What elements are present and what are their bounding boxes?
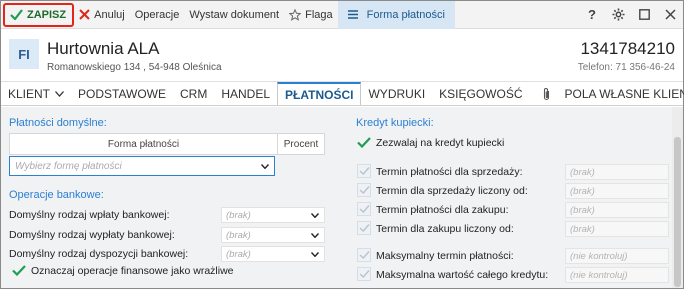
sale-term-from-field[interactable]: (brak) (565, 183, 669, 199)
select-value: (brak) (226, 248, 251, 260)
bank-row-label: Domyślny rodzaj dyspozycji bankowej: (9, 248, 189, 260)
tab-handel[interactable]: HANDEL (214, 82, 277, 105)
credit-row-label: Maksymalna wartość całego kredytu: (376, 269, 549, 281)
credit-row-checkbox[interactable] (357, 164, 371, 178)
help-icon[interactable]: ? (579, 1, 605, 29)
gear-icon[interactable] (605, 1, 631, 29)
sensitive-label: Oznaczaj operacje finansowe jako wrażliw… (31, 265, 234, 277)
credit-row-checkbox[interactable] (357, 248, 371, 262)
tab-platnosci[interactable]: PŁATNOŚCI (277, 82, 362, 105)
tab-label: POLA WŁASNE KLIENTA (564, 86, 684, 101)
bank-disposition-select[interactable]: (brak) (221, 246, 325, 262)
field-value: (nie kontroluj) (570, 269, 628, 281)
client-phone: Telefon: 71 356-46-24 (577, 62, 675, 73)
flag-label: Flaga (305, 8, 333, 21)
purchase-term-from-field[interactable]: (brak) (565, 221, 669, 237)
client-code: 1341784210 (580, 39, 675, 58)
bank-row-label: Domyślny rodzaj wpłaty bankowej: (9, 209, 170, 221)
credit-row-label: Termin płatności dla zakupu: (376, 204, 509, 216)
credit-section-title: Kredyt kupiecki: (356, 117, 434, 129)
toolbar: ZAPISZ Anuluj Operacje Wystaw dokument F… (1, 0, 683, 29)
tab-label: HANDEL (221, 86, 271, 101)
field-value: (brak) (570, 185, 595, 197)
tab-label: CRM (180, 86, 208, 101)
check-icon (10, 9, 23, 20)
issue-document-label: Wystaw dokument (189, 8, 280, 21)
tab-label: PŁATNOŚCI (285, 87, 354, 102)
save-button[interactable]: ZAPISZ (3, 2, 75, 27)
tab-label: WYDRUKI (368, 86, 426, 101)
sale-payment-term-field[interactable]: (brak) (565, 164, 669, 180)
purchase-payment-term-field[interactable]: (brak) (565, 202, 669, 218)
allow-credit-label: Zezwalaj na kredyt kupiecki (376, 137, 505, 149)
tab-attachments[interactable] (530, 82, 558, 105)
payment-form-button[interactable]: Forma płatności (337, 0, 455, 29)
paperclip-icon (543, 87, 549, 100)
cancel-label: Anuluj (94, 8, 125, 21)
credit-row-checkbox[interactable] (357, 202, 371, 216)
bank-withdrawal-select[interactable]: (brak) (221, 227, 325, 243)
select-value: (brak) (226, 209, 251, 221)
field-value: (brak) (570, 204, 595, 216)
bank-row-label: Domyślny rodzaj wypłaty bankowej: (9, 229, 175, 241)
chevron-down-icon (55, 90, 65, 97)
cancel-button[interactable]: Anuluj (74, 1, 130, 29)
sensitive-checkbox[interactable] (12, 265, 26, 276)
avatar: FI (9, 39, 39, 69)
tab-ksiegowosc[interactable]: KSIĘGOWOŚĆ (432, 82, 529, 105)
credit-row-label: Maksymalny termin płatności: (376, 250, 514, 262)
tab-label: KSIĘGOWOŚĆ (439, 86, 523, 101)
max-payment-term-field[interactable]: (nie kontroluj) (565, 248, 669, 264)
chevron-down-icon (306, 212, 324, 218)
issue-document-button[interactable]: Wystaw dokument (184, 1, 284, 29)
flag-button[interactable]: Flaga (284, 1, 338, 29)
tab-podstawowe[interactable]: PODSTAWOWE (71, 82, 173, 105)
save-label: ZAPISZ (27, 8, 67, 21)
credit-row-checkbox[interactable] (357, 267, 371, 281)
max-credit-value-field[interactable]: (nie kontroluj) (565, 267, 669, 283)
allow-credit-checkbox[interactable] (357, 137, 371, 148)
close-icon (79, 9, 90, 20)
operations-button[interactable]: Operacje (130, 1, 185, 29)
tab-klient[interactable]: KLIENT (1, 82, 71, 105)
bank-deposit-select[interactable]: (brak) (221, 207, 325, 223)
chevron-down-icon (306, 251, 324, 257)
chevron-down-icon (256, 163, 274, 169)
payments-section-title: Płatności domyślne: (9, 117, 107, 129)
credit-row-checkbox[interactable] (357, 183, 371, 197)
column-header-percent: Procent (283, 138, 319, 150)
maximize-icon[interactable] (631, 1, 657, 29)
tab-pola-wlasne[interactable]: POLA WŁASNE KLIENTA (558, 82, 684, 105)
tab-label: PODSTAWOWE (78, 86, 167, 101)
credit-row-label: Termin płatności dla sprzedaży: (376, 166, 523, 178)
payment-form-select[interactable]: Wybierz formę płatności (9, 156, 275, 176)
flag-icon (289, 8, 302, 21)
chevron-down-icon (306, 232, 324, 238)
close-window-icon[interactable] (657, 1, 683, 29)
tab-crm[interactable]: CRM (173, 82, 214, 105)
scrollbar-thumb[interactable] (674, 137, 681, 287)
client-address: Romanowskiego 134 , 54-948 Oleśnica (47, 62, 222, 73)
column-header-form: Forma płatności (10, 134, 278, 154)
select-value: (brak) (226, 229, 251, 241)
credit-row-checkbox[interactable] (357, 221, 371, 235)
field-value: (nie kontroluj) (570, 250, 628, 262)
client-name: Hurtownia ALA (47, 39, 160, 58)
menu-icon (347, 10, 358, 19)
payment-form-placeholder: Wybierz formę płatności (15, 160, 122, 172)
field-value: (brak) (570, 166, 595, 178)
tab-wydruki[interactable]: WYDRUKI (361, 82, 432, 105)
bank-section-title: Operacje bankowe: (9, 189, 104, 201)
tab-bar: KLIENT PODSTAWOWE CRM HANDEL PŁATNOŚCI W… (1, 81, 684, 106)
window-controls: ? (579, 1, 683, 29)
tab-label: KLIENT (8, 86, 51, 101)
payment-form-label: Forma płatności (366, 8, 445, 21)
payments-grid-header: Forma płatności Procent (9, 133, 325, 155)
client-header: FI Hurtownia ALA Romanowskiego 134 , 54-… (1, 30, 683, 80)
operations-label: Operacje (134, 8, 180, 21)
credit-row-label: Termin dla zakupu liczony od: (376, 223, 514, 235)
payments-panel: Płatności domyślne: Forma płatności Proc… (1, 107, 683, 288)
credit-row-label: Termin dla sprzedaży liczony od: (376, 185, 528, 197)
field-value: (brak) (570, 223, 595, 235)
